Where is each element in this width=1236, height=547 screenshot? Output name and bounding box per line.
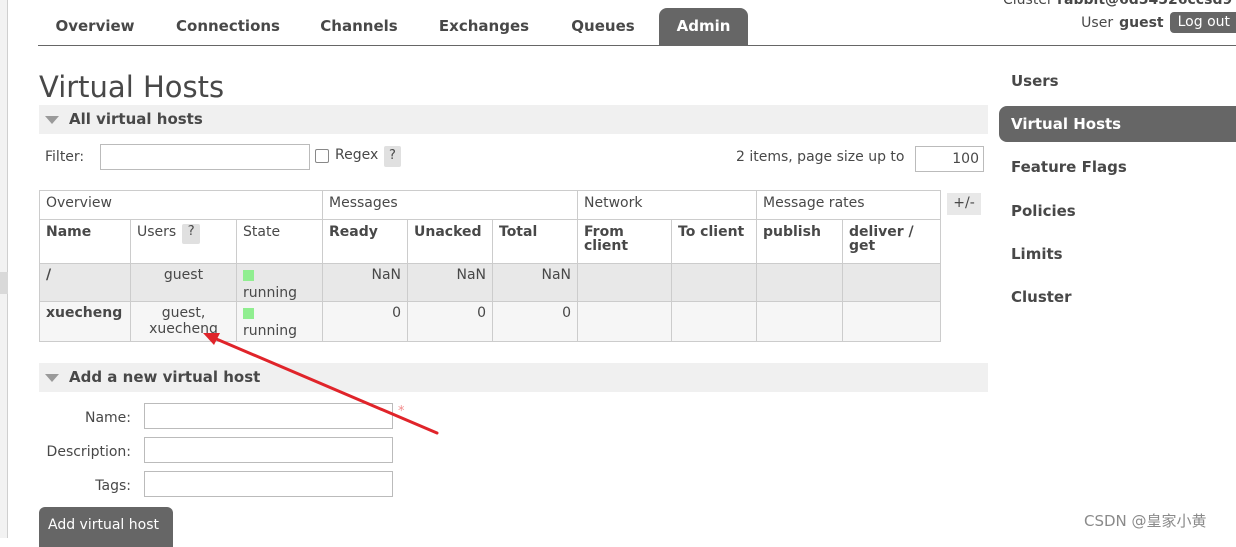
- vhost-to-client: [671, 301, 757, 342]
- vhost-state-text: running: [243, 285, 298, 301]
- col-header-ready[interactable]: Ready: [322, 219, 408, 264]
- vhost-state-text: running: [243, 323, 298, 339]
- col-header-to-client[interactable]: To client: [671, 219, 757, 264]
- items-count-text: 2 items, page size up to: [736, 149, 905, 165]
- state-indicator-icon: [243, 270, 254, 281]
- table-row: / guest running NaN NaN NaN: [39, 263, 941, 302]
- tab-overview[interactable]: Overview: [38, 8, 152, 45]
- filter-label: Filter:: [45, 149, 85, 165]
- vhost-from-client: [577, 263, 672, 302]
- vhost-publish: [756, 263, 843, 302]
- group-header-message-rates: Message rates: [756, 190, 941, 220]
- add-virtual-host-button[interactable]: Add virtual host: [39, 507, 173, 547]
- collapse-triangle-icon: [45, 116, 59, 124]
- vhost-state: running: [236, 263, 323, 302]
- required-mark: *: [398, 404, 405, 419]
- col-header-unacked-label: Unacked: [414, 224, 482, 240]
- tab-connections[interactable]: Connections: [162, 8, 294, 45]
- sidebar-item-users[interactable]: Users: [999, 63, 1236, 99]
- add-vhost-section-toggle[interactable]: Add a new virtual host: [39, 363, 988, 392]
- page-size-input[interactable]: 100: [915, 146, 984, 172]
- filter-input[interactable]: [100, 144, 310, 170]
- tab-exchanges[interactable]: Exchanges: [426, 8, 542, 45]
- cluster-label: Cluster: [1003, 0, 1053, 8]
- tab-channels[interactable]: Channels: [306, 8, 412, 45]
- cluster-info: Cluster rabbit@6d54526ccsd9: [1003, 0, 1232, 8]
- tab-queues[interactable]: Queues: [556, 8, 650, 45]
- vhost-deliver-get: [842, 263, 941, 302]
- col-header-name[interactable]: Name: [39, 219, 131, 264]
- col-header-state[interactable]: State: [236, 219, 323, 264]
- vhost-users: guest: [130, 263, 237, 302]
- columns-toggle-button[interactable]: +/-: [947, 193, 981, 215]
- col-header-state-label: State: [243, 224, 281, 240]
- col-header-unacked[interactable]: Unacked: [407, 219, 493, 264]
- sidebar-item-feature-flags[interactable]: Feature Flags: [999, 149, 1236, 185]
- vhost-publish: [756, 301, 843, 342]
- col-header-users: Users?: [130, 219, 237, 264]
- col-header-from-client-label: From client: [584, 224, 629, 254]
- name-label: Name:: [84, 410, 131, 426]
- state-indicator-icon: [243, 308, 254, 319]
- vhost-unacked: 0: [407, 301, 493, 342]
- sidebar-item-cluster[interactable]: Cluster: [999, 279, 1236, 315]
- sidebar-item-virtual-hosts[interactable]: Virtual Hosts: [999, 106, 1236, 142]
- col-header-total[interactable]: Total: [492, 219, 578, 264]
- group-header-network: Network: [577, 190, 757, 220]
- vhost-from-client: [577, 301, 672, 342]
- vhosts-table: Overview Messages Network Message rates …: [39, 190, 941, 342]
- regex-label: Regex: [335, 147, 379, 163]
- vhost-to-client: [671, 263, 757, 302]
- col-header-from-client[interactable]: From client: [577, 219, 672, 264]
- vhost-ready: NaN: [322, 263, 408, 302]
- sidebar-item-policies[interactable]: Policies: [999, 193, 1236, 229]
- users-help-icon[interactable]: ?: [182, 224, 201, 244]
- group-header-messages: Messages: [322, 190, 578, 220]
- all-vhosts-section-title: All virtual hosts: [69, 110, 203, 128]
- col-header-publish-label: publish: [763, 224, 821, 240]
- page-title: Virtual Hosts: [39, 70, 225, 104]
- vhost-name-field[interactable]: [144, 403, 393, 429]
- table-row: xuecheng guest, xuecheng running 0 0 0: [39, 301, 941, 342]
- tags-label: Tags:: [95, 478, 131, 494]
- collapse-triangle-icon: [45, 374, 59, 382]
- all-vhosts-section-toggle[interactable]: All virtual hosts: [39, 105, 988, 134]
- add-vhost-section-title: Add a new virtual host: [69, 368, 261, 386]
- regex-checkbox[interactable]: [315, 149, 329, 163]
- col-header-to-client-label: To client: [678, 224, 745, 240]
- scroll-notch: [0, 272, 8, 294]
- vhost-deliver-get: [842, 301, 941, 342]
- vhost-unacked: NaN: [407, 263, 493, 302]
- watermark: CSDN @皇家小黄: [1084, 512, 1207, 530]
- col-header-publish[interactable]: publish: [756, 219, 843, 264]
- vhost-total: NaN: [492, 263, 578, 302]
- group-header-overview: Overview: [39, 190, 323, 220]
- col-header-total-label: Total: [499, 224, 538, 240]
- col-header-deliver-get[interactable]: deliver / get: [842, 219, 941, 264]
- tab-admin[interactable]: Admin: [659, 8, 748, 45]
- vhost-ready: 0: [322, 301, 408, 342]
- col-header-ready-label: Ready: [329, 224, 378, 240]
- cluster-name: rabbit@6d54526ccsd9: [1057, 0, 1233, 8]
- col-header-name-label: Name: [46, 224, 92, 240]
- sidebar-item-limits[interactable]: Limits: [999, 236, 1236, 272]
- vhost-name-link[interactable]: /: [39, 263, 131, 302]
- vhost-total: 0: [492, 301, 578, 342]
- vhost-tags-field[interactable]: [144, 471, 393, 497]
- col-header-deliver-get-label: deliver / get: [849, 224, 914, 254]
- main-nav: Overview Connections Channels Exchanges …: [38, 8, 1236, 46]
- vhost-description-field[interactable]: [144, 437, 393, 463]
- vhost-name-link[interactable]: xuecheng: [39, 301, 131, 342]
- description-label: Description:: [46, 444, 131, 460]
- vhost-state: running: [236, 301, 323, 342]
- regex-help-icon[interactable]: ?: [384, 146, 401, 167]
- vhost-users: guest, xuecheng: [130, 301, 237, 342]
- col-header-users-label: Users: [137, 224, 177, 240]
